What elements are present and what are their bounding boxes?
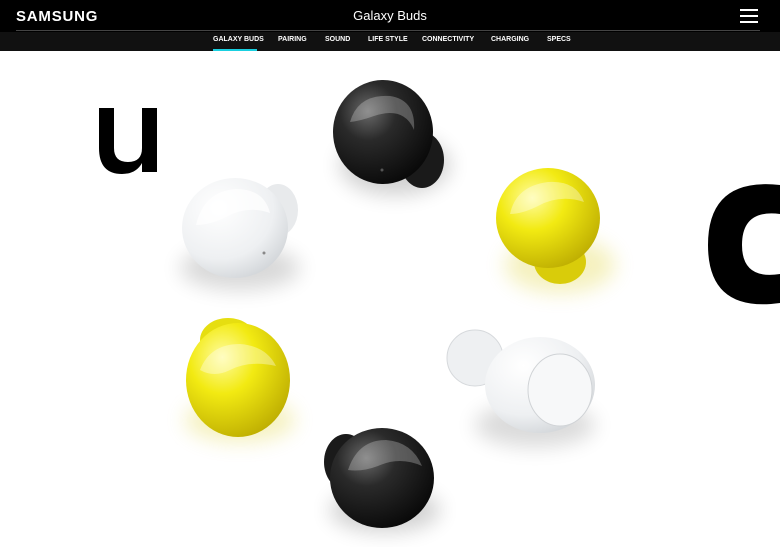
earbud-black-bottom	[324, 428, 440, 532]
hero-visual	[0, 51, 780, 547]
product-sub-navigation: GALAXY BUDS PAIRING SOUND LIFE STYLE CON…	[0, 32, 780, 51]
hamburger-menu-icon[interactable]	[740, 9, 758, 23]
tab-galaxy-buds[interactable]: GALAXY BUDS	[213, 36, 264, 43]
hero-letter-u	[99, 108, 157, 174]
earbud-white-right	[446, 329, 595, 447]
earbud-yellow-left	[185, 318, 295, 442]
earbud-white-left	[180, 178, 300, 290]
earbud-yellow-right	[496, 168, 615, 293]
tab-specs[interactable]: SPECS	[547, 36, 571, 43]
tab-life-style[interactable]: LIFE STYLE	[368, 36, 408, 43]
tab-connectivity[interactable]: CONNECTIVITY	[422, 36, 474, 43]
tab-pairing[interactable]: PAIRING	[278, 36, 307, 43]
page-title: Galaxy Buds	[353, 8, 427, 23]
earbud-black-top	[333, 80, 450, 195]
hero-illustration	[99, 80, 780, 532]
tab-charging[interactable]: CHARGING	[491, 36, 529, 43]
tab-sound[interactable]: SOUND	[325, 36, 350, 43]
global-navigation-bar: SAMSUNG Galaxy Buds	[0, 0, 780, 32]
hero-letter-c	[708, 184, 780, 305]
divider	[16, 30, 760, 31]
